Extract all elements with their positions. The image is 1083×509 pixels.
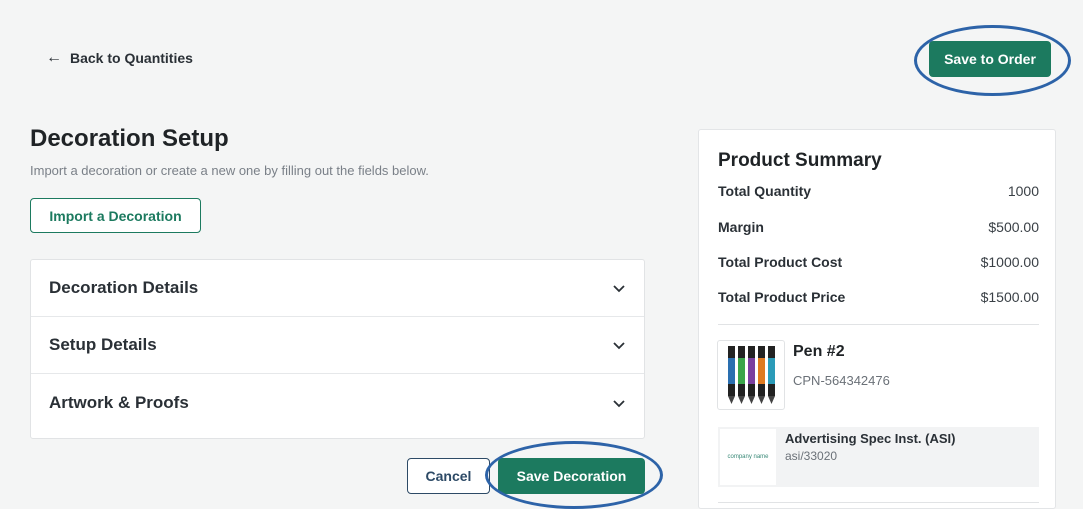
chevron-down-icon xyxy=(613,342,625,350)
page-subtitle: Import a decoration or create a new one … xyxy=(30,163,429,178)
summary-row-total-quantity: Total Quantity 1000 xyxy=(718,183,1039,199)
pen-grip xyxy=(738,384,745,396)
summary-title: Product Summary xyxy=(718,150,882,171)
company-logo: company name xyxy=(720,429,776,485)
pen-grip xyxy=(728,384,735,396)
back-to-quantities-link[interactable]: ← Back to Quantities xyxy=(46,49,193,67)
divider xyxy=(718,324,1039,325)
pen-grip xyxy=(748,384,755,396)
cancel-button[interactable]: Cancel xyxy=(407,458,490,494)
pen-body xyxy=(728,358,735,384)
back-link-label: Back to Quantities xyxy=(70,50,193,66)
pen-clip xyxy=(738,346,745,358)
supplier-card: company name Advertising Spec Inst. (ASI… xyxy=(718,427,1039,487)
pen-tip xyxy=(768,396,775,404)
pen-body xyxy=(758,358,765,384)
divider xyxy=(718,502,1039,503)
summary-label: Total Product Price xyxy=(718,289,846,305)
pen-grip xyxy=(768,384,775,396)
summary-row-product-price: Total Product Price $1500.00 xyxy=(718,289,1039,305)
pen-tip xyxy=(728,396,735,404)
decoration-accordion: Decoration Details Setup Details Artwork… xyxy=(30,259,645,439)
accordion-artwork-proofs[interactable]: Artwork & Proofs xyxy=(31,374,644,431)
save-decoration-button[interactable]: Save Decoration xyxy=(498,458,645,494)
arrow-left-icon: ← xyxy=(46,49,62,66)
accordion-label: Artwork & Proofs xyxy=(49,392,189,412)
supplier-id: asi/33020 xyxy=(785,449,838,463)
accordion-setup-details[interactable]: Setup Details xyxy=(31,317,644,374)
logo-text: company name xyxy=(727,454,769,460)
summary-label: Margin xyxy=(718,219,764,235)
chevron-down-icon xyxy=(613,399,625,407)
save-to-order-button[interactable]: Save to Order xyxy=(929,41,1051,77)
pen-tip xyxy=(738,396,745,404)
summary-value: $500.00 xyxy=(988,219,1039,235)
pen-clip xyxy=(758,346,765,358)
pen-image-icon xyxy=(728,346,775,404)
pen-body xyxy=(748,358,755,384)
summary-label: Total Quantity xyxy=(718,183,812,199)
pen-body xyxy=(738,358,745,384)
pen-tip xyxy=(748,396,755,404)
product-summary-panel: Product Summary Total Quantity 1000 Marg… xyxy=(698,129,1056,509)
pen-grip xyxy=(758,384,765,396)
chevron-down-icon xyxy=(613,285,625,293)
summary-row-margin: Margin $500.00 xyxy=(718,219,1039,235)
pen-clip xyxy=(748,346,755,358)
pen-body xyxy=(768,358,775,384)
summary-row-product-cost: Total Product Cost $1000.00 xyxy=(718,254,1039,270)
product-name: Pen #2 xyxy=(793,343,845,360)
product-code: CPN-564342476 xyxy=(793,373,890,388)
page-title: Decoration Setup xyxy=(30,125,229,152)
accordion-label: Decoration Details xyxy=(49,278,199,297)
supplier-name: Advertising Spec Inst. (ASI) xyxy=(785,431,956,446)
pen-clip xyxy=(768,346,775,358)
summary-value: $1500.00 xyxy=(980,289,1039,305)
summary-value: 1000 xyxy=(1007,183,1039,199)
accordion-decoration-details[interactable]: Decoration Details xyxy=(31,260,644,317)
pen-tip xyxy=(758,396,765,404)
pen-clip xyxy=(728,346,735,358)
product-image xyxy=(717,340,785,410)
summary-label: Total Product Cost xyxy=(718,254,843,270)
accordion-label: Setup Details xyxy=(49,335,157,354)
import-decoration-button[interactable]: Import a Decoration xyxy=(30,198,201,233)
summary-value: $1000.00 xyxy=(980,254,1039,270)
